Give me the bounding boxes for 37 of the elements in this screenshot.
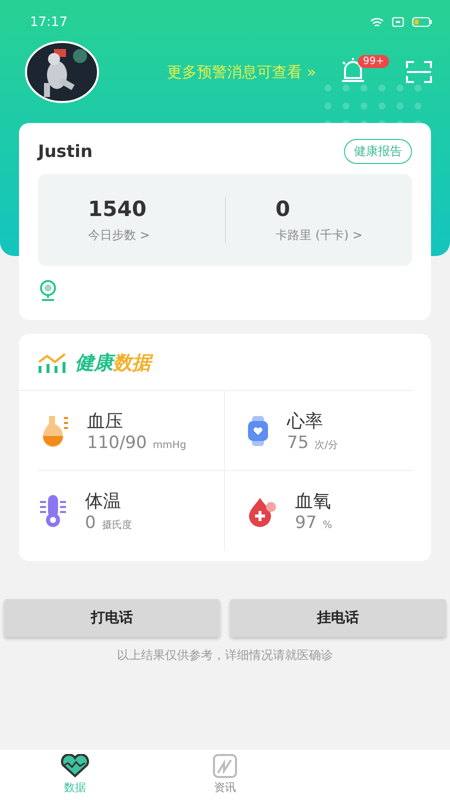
section-title: 健康数据 bbox=[75, 350, 151, 376]
chart-icon bbox=[37, 352, 67, 374]
sim-icon bbox=[392, 17, 404, 27]
metric-name: 血压 bbox=[87, 410, 124, 432]
metric-value: 110/90 bbox=[87, 432, 147, 452]
metric-unit: % bbox=[322, 520, 332, 531]
smartwatch-icon bbox=[247, 416, 269, 446]
wifi-icon bbox=[370, 16, 384, 28]
health-report-button[interactable]: 健康报告 bbox=[344, 139, 412, 164]
scan-icon[interactable] bbox=[406, 60, 432, 84]
chart-icon bbox=[212, 754, 238, 778]
stat-value: 1540 bbox=[88, 196, 148, 220]
notification-badge: 99+ bbox=[358, 55, 390, 68]
stat-value: 0 bbox=[276, 196, 292, 220]
metric-unit: 摄氏度 bbox=[102, 520, 132, 531]
call-button[interactable]: 打电话 bbox=[4, 599, 220, 637]
disclaimer-text: 以上结果仅供参考，详细情况请就医确诊 bbox=[116, 647, 334, 664]
metric-value: 97 bbox=[295, 513, 317, 533]
battery-icon bbox=[412, 17, 432, 27]
stat-link[interactable]: 今日步数 > bbox=[88, 226, 224, 244]
call-button[interactable]: 挂电话 bbox=[230, 599, 446, 637]
metric-name: 体温 bbox=[85, 490, 122, 513]
alert-link[interactable]: 更多预警消息可查看 » bbox=[100, 62, 316, 82]
status-time: 17:17 bbox=[30, 14, 68, 30]
stat-link[interactable]: 卡路里 (千卡) > bbox=[276, 226, 412, 244]
metric-name: 血氧 bbox=[295, 490, 332, 513]
heart-icon bbox=[60, 754, 90, 778]
nav-tab[interactable]: 资讯 bbox=[150, 750, 300, 800]
metric-name: 心率 bbox=[287, 410, 324, 432]
nav-tab[interactable]: 数据 bbox=[0, 750, 150, 800]
user-name: Justin bbox=[38, 142, 93, 162]
thermometer-icon bbox=[39, 494, 67, 528]
metric-unit: mmHg bbox=[152, 440, 186, 450]
metric-value: 75 bbox=[287, 432, 309, 452]
location-pin-icon[interactable] bbox=[38, 280, 58, 302]
metric-value: 0 bbox=[85, 513, 96, 533]
metric-unit: 次/分 bbox=[314, 440, 338, 450]
